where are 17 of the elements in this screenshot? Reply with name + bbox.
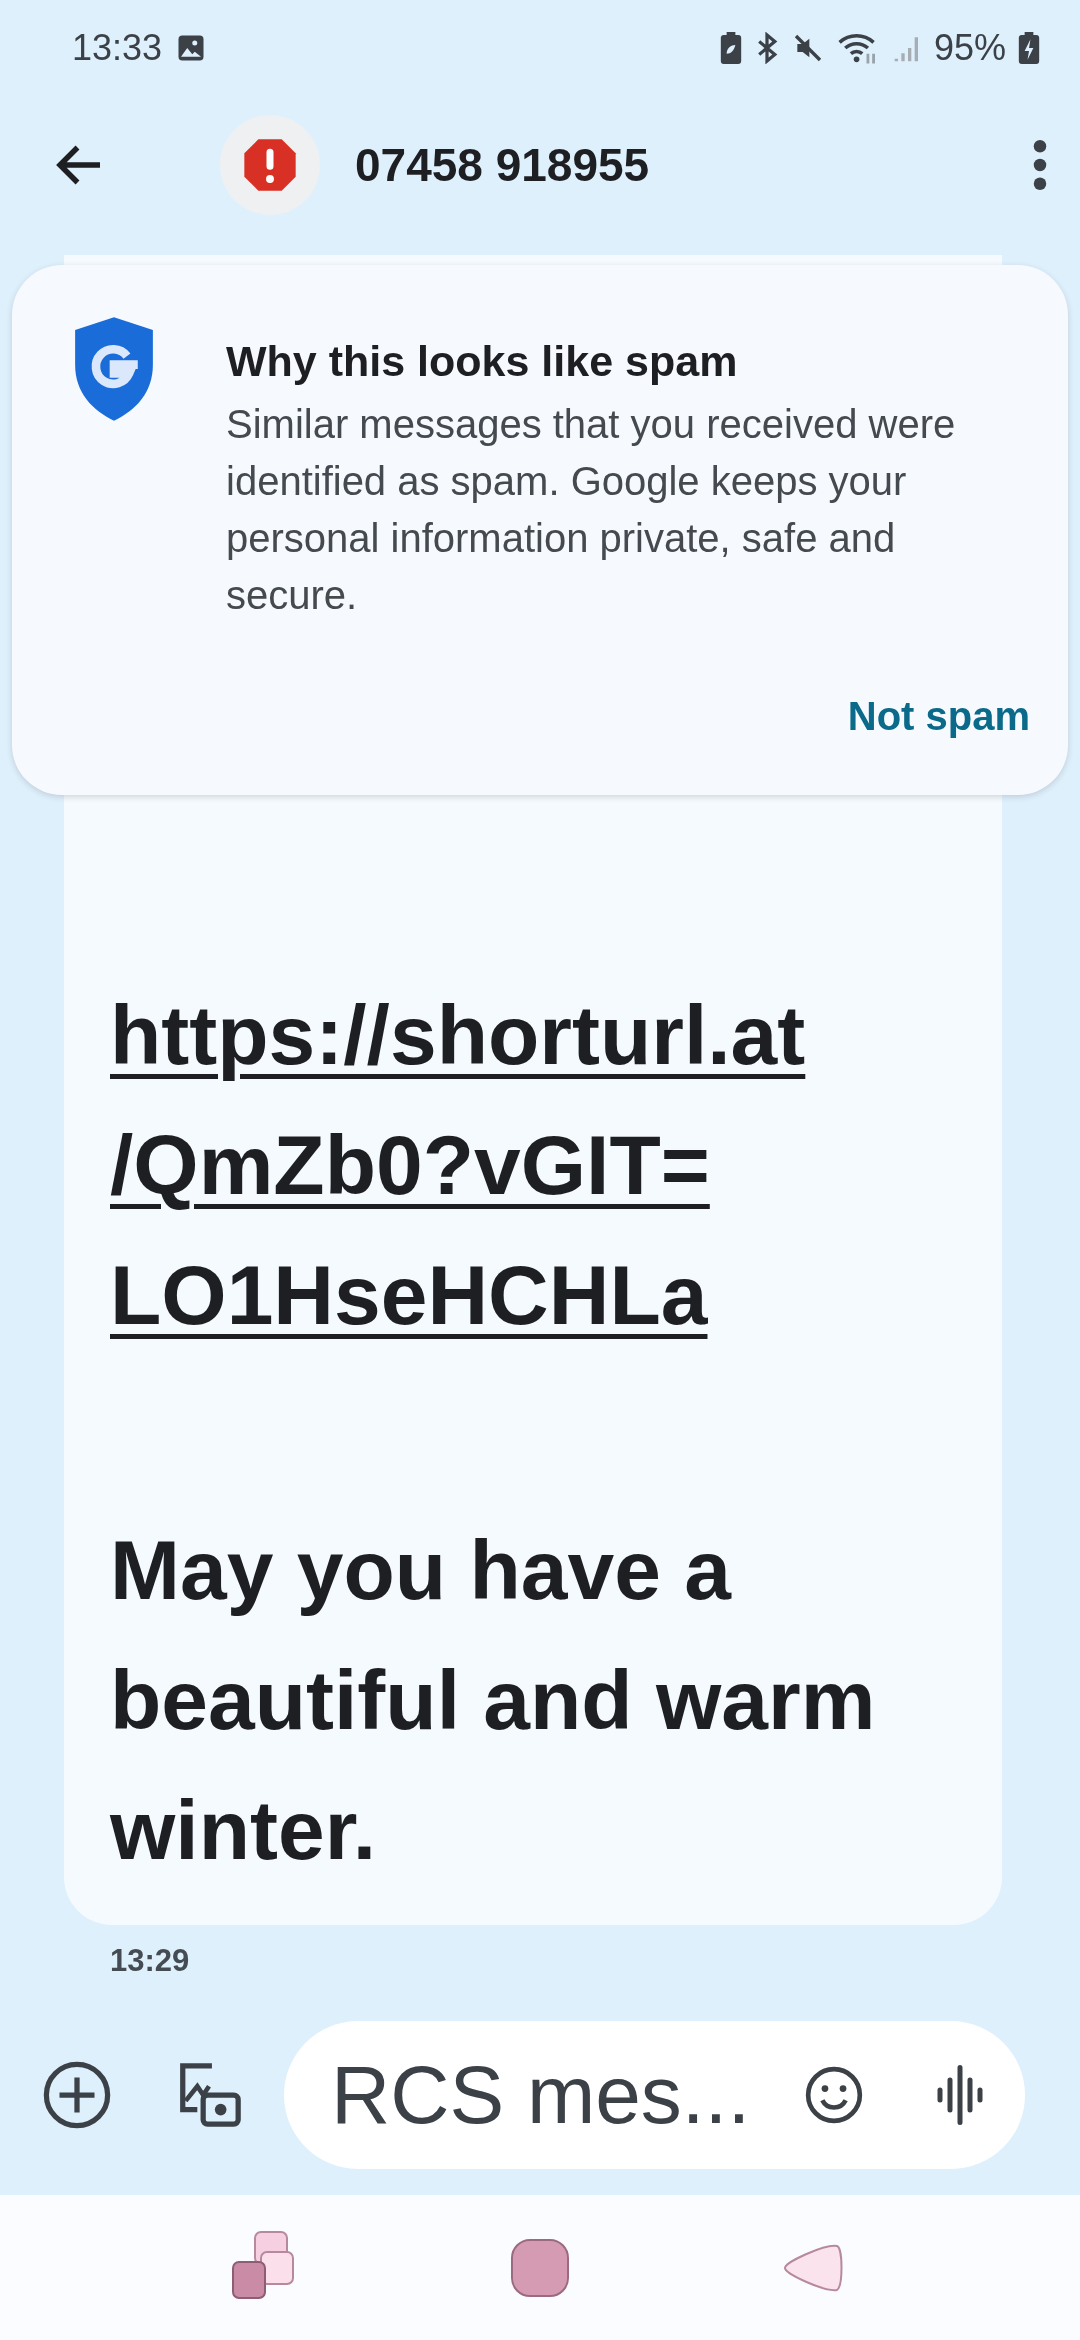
warning-icon xyxy=(242,137,298,193)
voice-icon[interactable] xyxy=(935,2064,985,2126)
status-time: 13:33 xyxy=(72,26,163,69)
message-link[interactable]: https://shorturl.at /QmZb0?vGIT= LO1HseHCHLa xyxy=(110,970,962,1360)
message-input-field[interactable]: RCS mes... xyxy=(329,2047,783,2143)
message-time: 13:29 xyxy=(110,1943,191,1979)
contact-title: 07458 918955 xyxy=(355,138,651,192)
emoji-icon[interactable] xyxy=(803,2064,865,2126)
card-body: Similar messages that you received were identified as spam. Google keeps your personal information private, safe and secure. xyxy=(226,401,957,619)
battery-saver-icon xyxy=(719,31,742,64)
add-icon[interactable] xyxy=(42,2060,112,2130)
message-field[interactable]: RCS mes... xyxy=(284,2021,1025,2169)
battery-charging-icon xyxy=(1018,31,1040,64)
card-title: Why this looks like spam xyxy=(226,337,739,386)
battery-percent: 95% xyxy=(933,26,1006,69)
message-text: May you have a beautiful and warm winter. xyxy=(110,1522,877,1879)
not-spam-button[interactable]: Not spam xyxy=(847,694,1030,739)
